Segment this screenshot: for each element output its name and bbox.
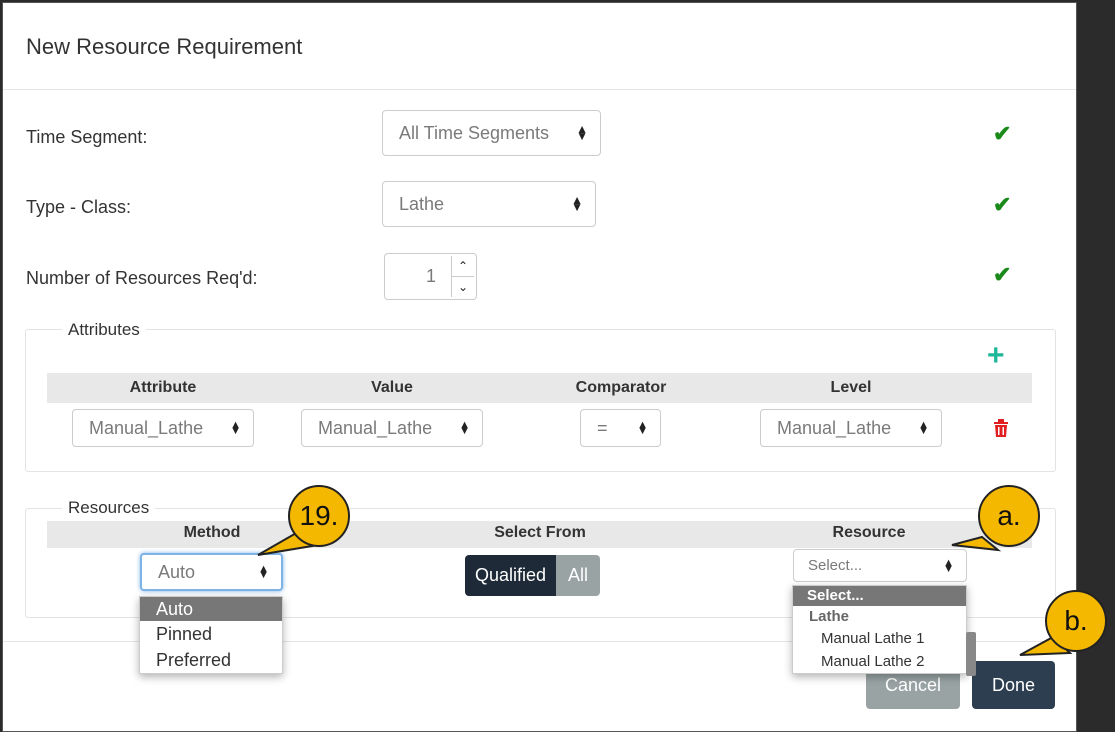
callout-pointers bbox=[257, 530, 1073, 656]
callout-19: 19. bbox=[288, 485, 350, 547]
callout-a: a. bbox=[978, 485, 1040, 547]
callout-b: b. bbox=[1045, 590, 1107, 652]
